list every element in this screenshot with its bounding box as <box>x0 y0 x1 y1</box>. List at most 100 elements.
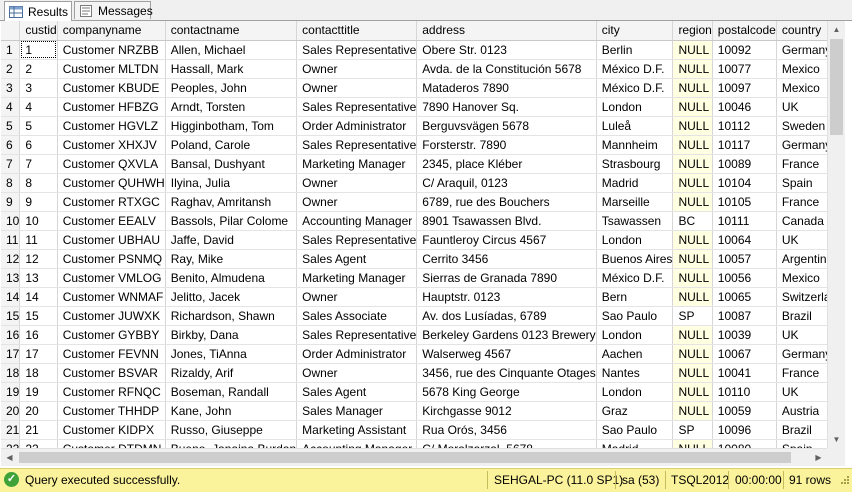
table-row[interactable]: 13 13 Customer VMLOG Benito, Almudena Market… <box>1 268 827 288</box>
cell-companyname[interactable]: Customer WNMAF <box>57 287 166 307</box>
cell-city[interactable]: Berlin <box>596 40 674 60</box>
cell-postalcode[interactable]: 10056 <box>712 268 777 288</box>
cell-region[interactable]: NULL <box>672 249 713 269</box>
cell-companyname[interactable]: Customer NRZBB <box>57 40 166 60</box>
resize-grip-icon[interactable] <box>838 475 850 487</box>
table-row[interactable]: 11 11 Customer UBHAU Jaffe, David Sales Repr… <box>1 230 827 250</box>
table-row[interactable]: 19 19 Customer RFNQC Boseman, Randall Sales … <box>1 382 827 402</box>
cell-postalcode[interactable]: 10110 <box>712 382 777 402</box>
column-header-postalcode[interactable]: postalcode <box>712 21 777 41</box>
cell-contactname[interactable]: Arndt, Torsten <box>165 97 298 117</box>
table-row[interactable]: 20 20 Customer THHDP Kane, John Sales Manage… <box>1 401 827 421</box>
table-row[interactable]: 10 10 Customer EEALV Bassols, Pilar Colome A… <box>1 211 827 231</box>
cell-region[interactable]: NULL <box>672 192 713 212</box>
scroll-left-arrow-icon[interactable]: ◀ <box>1 449 18 466</box>
row-number[interactable]: 21 <box>1 420 21 440</box>
cell-city[interactable]: Sao Paulo <box>596 306 674 326</box>
table-row[interactable]: 16 16 Customer GYBBY Birkby, Dana Sales Repr… <box>1 325 827 345</box>
tab-messages[interactable]: Messages <box>74 1 153 19</box>
cell-contactname[interactable]: Russo, Giuseppe <box>165 420 298 440</box>
cell-contactname[interactable]: Raghav, Amritansh <box>165 192 298 212</box>
cell-companyname[interactable]: Customer THHDP <box>57 401 166 421</box>
cell-postalcode[interactable]: 10067 <box>712 344 777 364</box>
cell-postalcode[interactable]: 10092 <box>712 40 777 60</box>
cell-city[interactable]: Tsawassen <box>596 211 674 231</box>
cell-region[interactable]: NULL <box>672 363 713 383</box>
row-number[interactable]: 15 <box>1 306 21 326</box>
column-header-companyname[interactable]: companyname <box>57 21 166 41</box>
cell-contactname[interactable]: Poland, Carole <box>165 135 298 155</box>
row-number[interactable]: 9 <box>1 192 21 212</box>
cell-contactname[interactable]: Bueno, Janaina Burdan <box>165 439 298 448</box>
cell-custid[interactable]: 18 <box>19 363 58 383</box>
cell-companyname[interactable]: Customer PSNMQ <box>57 249 166 269</box>
row-number[interactable]: 5 <box>1 116 21 136</box>
horizontal-scrollbar[interactable]: ◀ ▶ <box>1 448 827 466</box>
cell-address[interactable]: Rua Orós, 3456 <box>416 420 597 440</box>
cell-contactname[interactable]: Rizaldy, Arif <box>165 363 298 383</box>
scroll-down-arrow-icon[interactable]: ▼ <box>828 431 845 448</box>
table-row[interactable]: 2 2 Customer MLTDN Hassall, Mark Owner Avda. … <box>1 59 827 79</box>
vertical-scroll-thumb[interactable] <box>830 39 843 135</box>
cell-contacttitle[interactable]: Marketing Manager <box>296 268 418 288</box>
row-number[interactable]: 7 <box>1 154 21 174</box>
row-number[interactable]: 11 <box>1 230 21 250</box>
cell-address[interactable]: Hauptstr. 0123 <box>416 287 597 307</box>
cell-country[interactable]: Austria <box>776 401 827 421</box>
column-header-address[interactable]: address <box>416 21 597 41</box>
cell-postalcode[interactable]: 10096 <box>712 420 777 440</box>
cell-region[interactable]: NULL <box>672 382 713 402</box>
cell-address[interactable]: Sierras de Granada 7890 <box>416 268 597 288</box>
cell-companyname[interactable]: Customer HFBZG <box>57 97 166 117</box>
cell-postalcode[interactable]: 10104 <box>712 173 777 193</box>
row-number[interactable]: 3 <box>1 78 21 98</box>
cell-city[interactable]: London <box>596 97 674 117</box>
tab-results[interactable]: Results <box>4 1 72 21</box>
cell-custid[interactable]: 16 <box>19 325 58 345</box>
cell-address[interactable]: Berguvsvägen 5678 <box>416 116 597 136</box>
row-number-header[interactable] <box>1 21 21 41</box>
column-header-city[interactable]: city <box>596 21 674 41</box>
cell-region[interactable]: NULL <box>672 325 713 345</box>
table-row[interactable]: 21 21 Customer KIDPX Russo, Giuseppe Marketi… <box>1 420 827 440</box>
cell-address[interactable]: 2345, place Kléber <box>416 154 597 174</box>
cell-postalcode[interactable]: 10057 <box>712 249 777 269</box>
cell-postalcode[interactable]: 10097 <box>712 78 777 98</box>
cell-city[interactable]: Madrid <box>596 173 674 193</box>
row-number[interactable]: 1 <box>1 40 21 60</box>
cell-city[interactable]: Strasbourg <box>596 154 674 174</box>
cell-contacttitle[interactable]: Sales Agent <box>296 382 418 402</box>
cell-companyname[interactable]: Customer KIDPX <box>57 420 166 440</box>
cell-country[interactable]: Sweden <box>776 116 827 136</box>
row-number[interactable]: 10 <box>1 211 21 231</box>
row-number[interactable]: 17 <box>1 344 21 364</box>
cell-postalcode[interactable]: 10046 <box>712 97 777 117</box>
cell-contacttitle[interactable]: Marketing Assistant <box>296 420 418 440</box>
cell-address[interactable]: Mataderos 7890 <box>416 78 597 98</box>
cell-companyname[interactable]: Customer MLTDN <box>57 59 166 79</box>
cell-custid[interactable]: 5 <box>19 116 58 136</box>
cell-contacttitle[interactable]: Owner <box>296 59 418 79</box>
cell-region[interactable]: NULL <box>672 439 713 448</box>
cell-address[interactable]: Cerrito 3456 <box>416 249 597 269</box>
cell-postalcode[interactable]: 10089 <box>712 154 777 174</box>
cell-region[interactable]: NULL <box>672 344 713 364</box>
cell-companyname[interactable]: Customer RFNQC <box>57 382 166 402</box>
cell-address[interactable]: 5678 King George <box>416 382 597 402</box>
row-number[interactable]: 4 <box>1 97 21 117</box>
cell-custid[interactable]: 15 <box>19 306 58 326</box>
cell-country[interactable]: Mexico <box>776 59 827 79</box>
cell-companyname[interactable]: Customer RTXGC <box>57 192 166 212</box>
cell-region[interactable]: NULL <box>672 401 713 421</box>
vertical-scrollbar[interactable]: ▲ ▼ <box>827 21 845 448</box>
row-number[interactable]: 22 <box>1 439 21 448</box>
cell-city[interactable]: México D.F. <box>596 78 674 98</box>
cell-contacttitle[interactable]: Marketing Manager <box>296 154 418 174</box>
cell-contacttitle[interactable]: Owner <box>296 287 418 307</box>
cell-contacttitle[interactable]: Sales Representative <box>296 135 418 155</box>
table-row[interactable]: 12 12 Customer PSNMQ Ray, Mike Sales Agent Ce… <box>1 249 827 269</box>
cell-city[interactable]: México D.F. <box>596 59 674 79</box>
cell-address[interactable]: Berkeley Gardens 0123 Brewery <box>416 325 597 345</box>
cell-custid[interactable]: 3 <box>19 78 58 98</box>
table-row[interactable]: 9 9 Customer RTXGC Raghav, Amritansh Owner 67… <box>1 192 827 212</box>
